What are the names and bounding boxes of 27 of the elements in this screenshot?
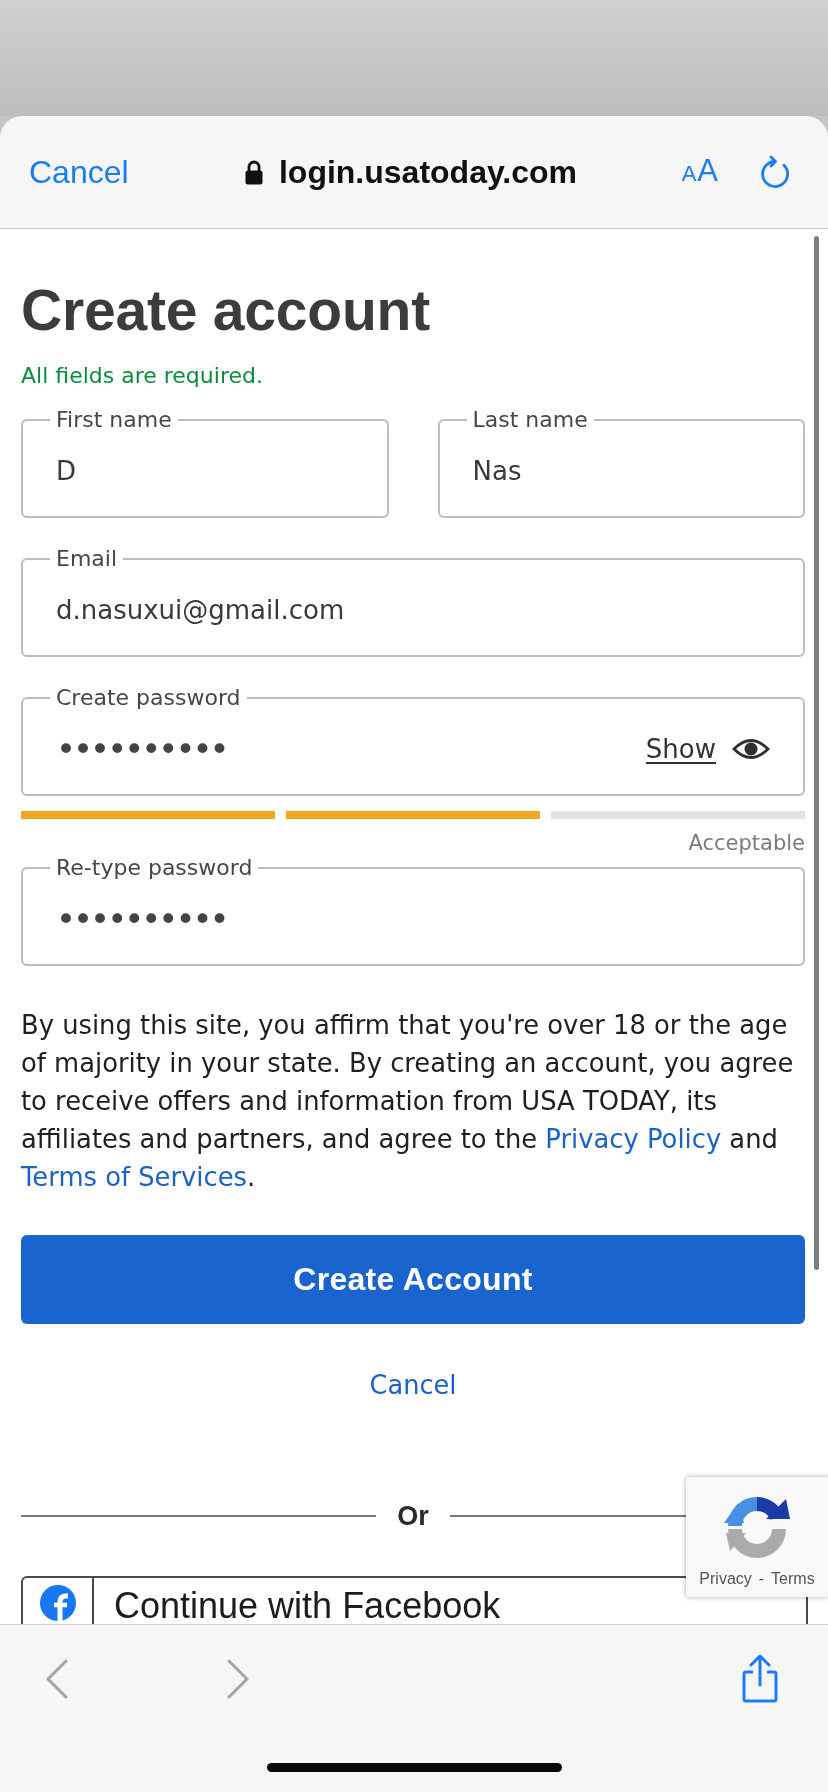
terms-text: By using this site, you affirm that you're over 18 or the age of majority in your state. By creating an account, you agree to receive offers and information from USA TODAY, its affiliates and partners, and agree to the Privacy Policy and Terms of Services. xyxy=(21,1009,795,1194)
facebook-icon xyxy=(39,1585,76,1621)
password-value: •••••••••• xyxy=(56,901,227,937)
field-label: Create password xyxy=(55,684,242,712)
eye-icon xyxy=(732,736,770,762)
text-size-button[interactable]: AA xyxy=(681,153,718,191)
show-password-button[interactable]: Show xyxy=(645,731,770,767)
field-value: d.nasuxui@gmail.com xyxy=(56,594,345,627)
field-label: Re-type password xyxy=(55,854,254,882)
required-note: All fields are required. xyxy=(21,362,264,390)
field-label: First name xyxy=(55,406,173,434)
page-title: Create account xyxy=(21,278,431,342)
share-icon[interactable] xyxy=(740,1653,780,1704)
privacy-policy-link[interactable]: Privacy Policy xyxy=(545,1124,722,1154)
password-value: •••••••••• xyxy=(56,731,227,767)
cancel-button[interactable]: Cancel xyxy=(369,1368,457,1402)
field-value: Nas xyxy=(472,455,522,488)
url-text: login.usatoday.com xyxy=(278,153,578,191)
field-label: Last name xyxy=(471,406,589,434)
divider-label: Or xyxy=(397,1500,429,1533)
create-account-button[interactable]: Create Account xyxy=(21,1235,805,1324)
cancel-button[interactable]: Cancel xyxy=(29,153,129,191)
field-value: D xyxy=(56,455,77,488)
strength-label: Acceptable xyxy=(688,832,805,854)
reload-icon[interactable] xyxy=(758,155,792,189)
field-label: Email xyxy=(55,545,119,573)
terms-of-service-link[interactable]: Terms of Services xyxy=(21,1162,247,1192)
